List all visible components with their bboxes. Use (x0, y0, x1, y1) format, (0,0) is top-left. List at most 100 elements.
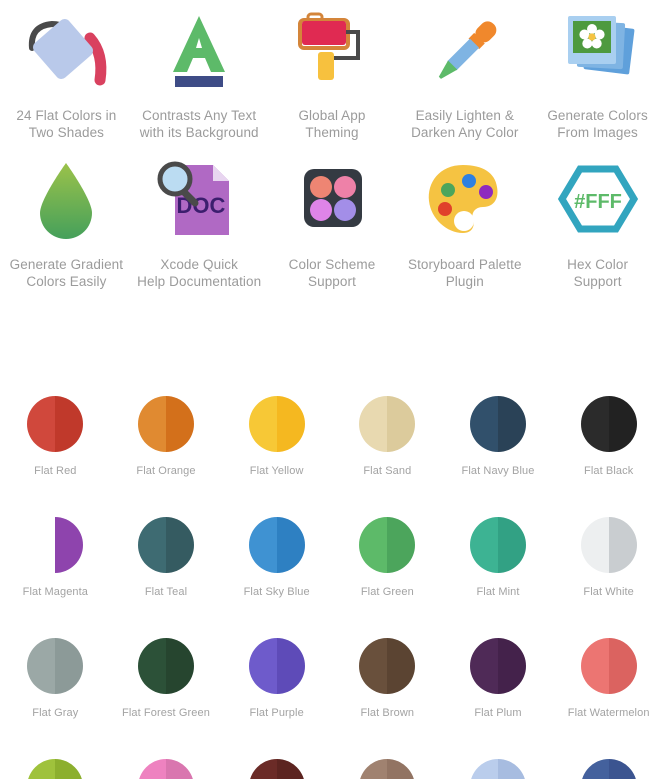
color-swatch[interactable]: Flat Sky Blue (221, 517, 332, 598)
swatch-circle[interactable] (580, 517, 637, 573)
swatch-label: Flat Red (34, 465, 77, 477)
color-swatch[interactable]: Flat Coffee (332, 759, 443, 779)
swatch-half-dark (497, 517, 526, 573)
swatch-half-dark (276, 396, 305, 452)
swatch-circle[interactable] (359, 759, 416, 779)
swatch-label: Flat Sand (363, 465, 412, 477)
color-swatch[interactable]: Flat Purple (221, 638, 332, 719)
feature-caption: Generate Colors From Images (547, 108, 648, 140)
color-swatch[interactable]: Flat Magenta (0, 517, 111, 598)
swatch-half-light (27, 638, 56, 694)
flat-ui-colors-page: 24 Flat Colors in Two Shades Contrasts A… (0, 0, 664, 779)
swatch-half-light (27, 517, 55, 573)
swatch-half-light (248, 759, 277, 779)
swatch-label: Flat Teal (144, 586, 188, 598)
swatch-label: Flat Brown (360, 707, 415, 719)
hex-label: #FFF (574, 191, 622, 213)
swatch-circle[interactable] (27, 638, 84, 694)
color-swatch[interactable]: Flat Navy Blue (443, 396, 554, 477)
swatch-half-dark (55, 396, 84, 452)
feature-color-scheme-support: Color Scheme Support (266, 155, 399, 290)
artist-palette-icon (415, 155, 515, 247)
swatch-circle[interactable] (580, 638, 637, 694)
feature-caption: Hex Color Support (567, 257, 629, 289)
swatch-circle[interactable] (248, 396, 305, 452)
swatch-half-dark (276, 638, 305, 694)
swatch-half-light (469, 396, 498, 452)
swatch-circle[interactable] (27, 517, 84, 573)
swatch-circle[interactable] (137, 638, 194, 694)
swatch-half-light (359, 759, 388, 779)
swatch-circle[interactable] (248, 759, 305, 779)
feature-caption: Generate Gradient Colors Easily (9, 257, 124, 289)
swatch-half-light (137, 396, 166, 452)
color-swatch[interactable]: Flat Maroon (221, 759, 332, 779)
feature-caption: Easily Lighten & Darken Any Color (411, 108, 519, 140)
color-swatch[interactable]: Flat Sand (332, 396, 443, 477)
swatch-label: Flat Gray (32, 707, 79, 719)
swatch-label: Flat Green (360, 586, 414, 598)
color-swatch[interactable]: Flat Orange (111, 396, 222, 477)
color-swatch[interactable]: Flat Red (0, 396, 111, 477)
color-swatch-grid: Flat Red Flat Orange Flat Yellow Flat Sand F… (0, 396, 664, 779)
swatch-half-dark (55, 759, 84, 779)
swatch-half-light (469, 638, 498, 694)
swatch-circle[interactable] (137, 396, 194, 452)
feature-lighten-darken: Easily Lighten & Darken Any Color (398, 6, 531, 141)
swatch-half-light (469, 759, 498, 779)
color-swatch[interactable]: Flat Green (332, 517, 443, 598)
color-swatch[interactable]: Flat Forest Green (111, 638, 222, 719)
swatch-half-dark (55, 517, 84, 573)
color-swatch[interactable]: Flat Plum (443, 638, 554, 719)
swatch-circle[interactable] (580, 396, 637, 452)
swatch-circle[interactable] (137, 517, 194, 573)
swatch-half-dark (387, 396, 416, 452)
color-swatch[interactable]: Flat Mint (443, 517, 554, 598)
color-swatch[interactable]: Flat Blue (553, 759, 664, 779)
swatch-circle[interactable] (137, 759, 194, 779)
swatch-circle[interactable] (469, 759, 526, 779)
color-swatch[interactable]: Flat Black (553, 396, 664, 477)
swatch-half-dark (387, 638, 416, 694)
swatch-circle[interactable] (27, 396, 84, 452)
color-swatch[interactable]: Flat Brown (332, 638, 443, 719)
swatch-circle[interactable] (469, 517, 526, 573)
feature-row-2: Generate Gradient Colors Easily DOC Xcod… (0, 141, 664, 290)
color-swatch[interactable]: Flat Gray (0, 638, 111, 719)
color-swatch[interactable]: Flat Teal (111, 517, 222, 598)
swatch-circle[interactable] (248, 517, 305, 573)
color-swatch[interactable]: Flat Watermelon (553, 638, 664, 719)
feature-caption: 24 Flat Colors in Two Shades (16, 108, 117, 140)
photo-stack-icon (548, 6, 648, 98)
swatch-circle[interactable] (27, 759, 84, 779)
swatch-half-light (248, 638, 277, 694)
feature-gradient-colors: Generate Gradient Colors Easily (0, 155, 133, 290)
swatch-circle[interactable] (359, 517, 416, 573)
color-swatch[interactable]: Flat White (553, 517, 664, 598)
swatch-half-dark (387, 759, 416, 779)
swatch-label: Flat Magenta (22, 586, 89, 598)
feature-caption: Global App Theming (298, 108, 366, 140)
color-swatch[interactable]: Flat Yellow (221, 396, 332, 477)
swatch-circle[interactable] (469, 396, 526, 452)
doc-magnifier-icon: DOC (149, 155, 249, 247)
color-swatch[interactable]: Flat Powder Blue (443, 759, 554, 779)
letter-a-contrast-icon (149, 6, 249, 98)
feature-hex-color-support: #FFF Hex Color Support (531, 155, 664, 290)
swatch-circle[interactable] (359, 638, 416, 694)
color-swatch[interactable]: Flat Lime (0, 759, 111, 779)
swatch-label: Flat Watermelon (567, 707, 650, 719)
swatch-half-light (248, 517, 277, 573)
swatch-circle[interactable] (248, 638, 305, 694)
swatch-half-light (580, 517, 609, 573)
swatch-circle[interactable] (469, 638, 526, 694)
color-swatch[interactable]: Flat Pink (111, 759, 222, 779)
swatch-label: Flat Black (584, 465, 634, 477)
swatch-circle[interactable] (359, 396, 416, 452)
swatch-half-dark (165, 638, 194, 694)
eyedropper-icon (415, 6, 515, 98)
paint-roller-icon (282, 6, 382, 98)
swatch-half-light (137, 517, 166, 573)
swatch-half-dark (497, 396, 526, 452)
swatch-circle[interactable] (580, 759, 637, 779)
